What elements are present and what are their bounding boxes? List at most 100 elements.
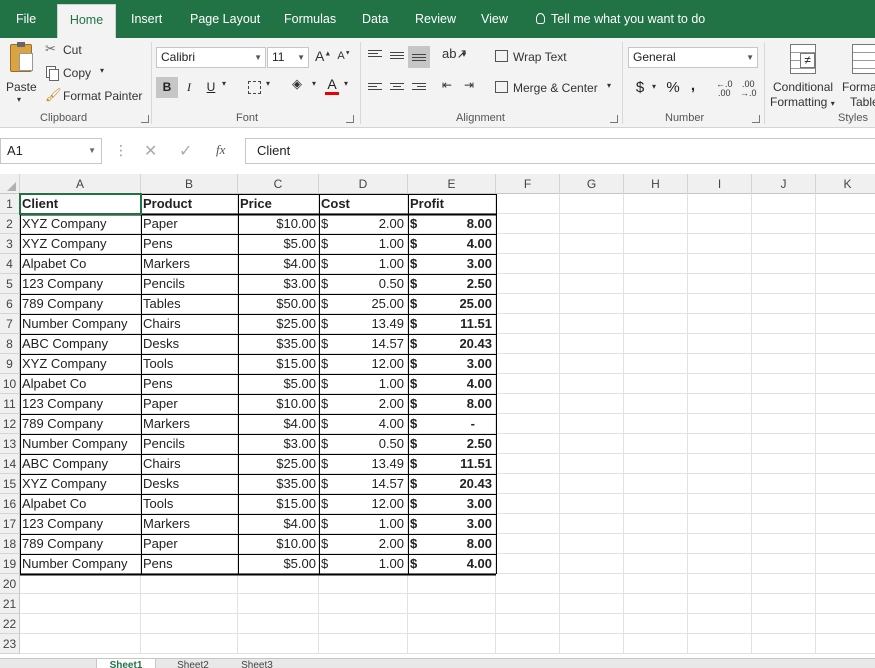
- cell-b23[interactable]: [141, 634, 238, 654]
- cell-g23[interactable]: [560, 634, 624, 654]
- tab-file[interactable]: File: [16, 0, 36, 38]
- cell-b22[interactable]: [141, 614, 238, 634]
- cell-k13[interactable]: [816, 434, 875, 454]
- chevron-down-icon[interactable]: ▾: [344, 79, 348, 88]
- cell-i4[interactable]: [688, 254, 752, 274]
- number-launcher-icon[interactable]: [752, 115, 760, 123]
- underline-button[interactable]: U: [202, 77, 220, 98]
- cell-e8[interactable]: $20.43: [408, 334, 496, 354]
- column-header-d[interactable]: D: [319, 174, 408, 194]
- cell-b12[interactable]: Markers: [141, 414, 238, 434]
- tab-view[interactable]: View: [481, 0, 508, 38]
- cell-d19[interactable]: $1.00: [319, 554, 408, 574]
- cell-i7[interactable]: [688, 314, 752, 334]
- row-header-17[interactable]: 17: [0, 514, 20, 534]
- cell-i18[interactable]: [688, 534, 752, 554]
- row-header-11[interactable]: 11: [0, 394, 20, 414]
- cell-e21[interactable]: [408, 594, 496, 614]
- cell-f19[interactable]: [496, 554, 560, 574]
- cell-c7[interactable]: $25.00: [238, 314, 319, 334]
- cell-j7[interactable]: [752, 314, 816, 334]
- cell-g3[interactable]: [560, 234, 624, 254]
- select-all-corner[interactable]: [0, 174, 20, 194]
- cell-e7[interactable]: $11.51: [408, 314, 496, 334]
- sheet-tab-3[interactable]: Sheet3: [228, 659, 286, 668]
- cell-h19[interactable]: [624, 554, 688, 574]
- cell-i17[interactable]: [688, 514, 752, 534]
- cell-a13[interactable]: Number Company: [20, 434, 141, 454]
- cell-h5[interactable]: [624, 274, 688, 294]
- cell-b18[interactable]: Paper: [141, 534, 238, 554]
- format-painter-button[interactable]: 🖌 Format Painter: [45, 87, 145, 105]
- cell-k23[interactable]: [816, 634, 875, 654]
- column-header-f[interactable]: F: [496, 174, 560, 194]
- cell-k9[interactable]: [816, 354, 875, 374]
- cell-h7[interactable]: [624, 314, 688, 334]
- cell-c10[interactable]: $5.00: [238, 374, 319, 394]
- row-header-4[interactable]: 4: [0, 254, 20, 274]
- cell-c2[interactable]: $10.00: [238, 214, 319, 234]
- cell-f21[interactable]: [496, 594, 560, 614]
- cell-i5[interactable]: [688, 274, 752, 294]
- fill-color-icon[interactable]: ◈: [292, 76, 302, 92]
- cell-k22[interactable]: [816, 614, 875, 634]
- font-size-combo[interactable]: 11 ▼: [267, 47, 309, 68]
- tab-page-layout[interactable]: Page Layout: [190, 0, 260, 38]
- cell-i10[interactable]: [688, 374, 752, 394]
- cell-j21[interactable]: [752, 594, 816, 614]
- cell-f13[interactable]: [496, 434, 560, 454]
- cell-i20[interactable]: [688, 574, 752, 594]
- cell-c5[interactable]: $3.00: [238, 274, 319, 294]
- cell-a9[interactable]: XYZ Company: [20, 354, 141, 374]
- cell-f7[interactable]: [496, 314, 560, 334]
- cell-c15[interactable]: $35.00: [238, 474, 319, 494]
- cell-d5[interactable]: $0.50: [319, 274, 408, 294]
- cell-j17[interactable]: [752, 514, 816, 534]
- cell-b15[interactable]: Desks: [141, 474, 238, 494]
- tab-data[interactable]: Data: [362, 0, 388, 38]
- cell-i21[interactable]: [688, 594, 752, 614]
- tab-home[interactable]: Home: [57, 4, 116, 38]
- cell-f18[interactable]: [496, 534, 560, 554]
- cell-e15[interactable]: $20.43: [408, 474, 496, 494]
- cell-c21[interactable]: [238, 594, 319, 614]
- sheet-tab-1[interactable]: Sheet1: [96, 659, 156, 668]
- cell-j14[interactable]: [752, 454, 816, 474]
- cell-a4[interactable]: Alpabet Co: [20, 254, 141, 274]
- increase-indent-icon[interactable]: ⇥: [464, 78, 474, 92]
- cell-i9[interactable]: [688, 354, 752, 374]
- row-header-19[interactable]: 19: [0, 554, 20, 574]
- cell-f12[interactable]: [496, 414, 560, 434]
- cell-b7[interactable]: Chairs: [141, 314, 238, 334]
- top-align-icon[interactable]: [368, 50, 382, 62]
- cell-e16[interactable]: $3.00: [408, 494, 496, 514]
- cell-i6[interactable]: [688, 294, 752, 314]
- cell-g15[interactable]: [560, 474, 624, 494]
- cell-k19[interactable]: [816, 554, 875, 574]
- cell-b4[interactable]: Markers: [141, 254, 238, 274]
- cell-e1[interactable]: Profit: [408, 194, 496, 214]
- font-color-icon[interactable]: A: [325, 76, 339, 96]
- currency-button[interactable]: $: [632, 77, 648, 98]
- merge-center-button[interactable]: Merge & Center ▾: [495, 78, 620, 98]
- row-header-20[interactable]: 20: [0, 574, 20, 594]
- cell-d15[interactable]: $14.57: [319, 474, 408, 494]
- cell-c12[interactable]: $4.00: [238, 414, 319, 434]
- cell-b3[interactable]: Pens: [141, 234, 238, 254]
- spreadsheet-grid[interactable]: ABCDEFGHIJK 1 2 3 4 5 6 7 8 9 10 11 12 13 14 15 16 17 18 1…: [0, 174, 875, 658]
- cell-h12[interactable]: [624, 414, 688, 434]
- cell-d2[interactable]: $2.00: [319, 214, 408, 234]
- cell-e14[interactable]: $11.51: [408, 454, 496, 474]
- cell-k17[interactable]: [816, 514, 875, 534]
- cell-k5[interactable]: [816, 274, 875, 294]
- cell-a21[interactable]: [20, 594, 141, 614]
- cell-j11[interactable]: [752, 394, 816, 414]
- align-right-icon[interactable]: [412, 83, 426, 95]
- cell-j3[interactable]: [752, 234, 816, 254]
- cell-j2[interactable]: [752, 214, 816, 234]
- cell-k14[interactable]: [816, 454, 875, 474]
- cell-k7[interactable]: [816, 314, 875, 334]
- cell-c22[interactable]: [238, 614, 319, 634]
- cell-f1[interactable]: [496, 194, 560, 214]
- cell-h21[interactable]: [624, 594, 688, 614]
